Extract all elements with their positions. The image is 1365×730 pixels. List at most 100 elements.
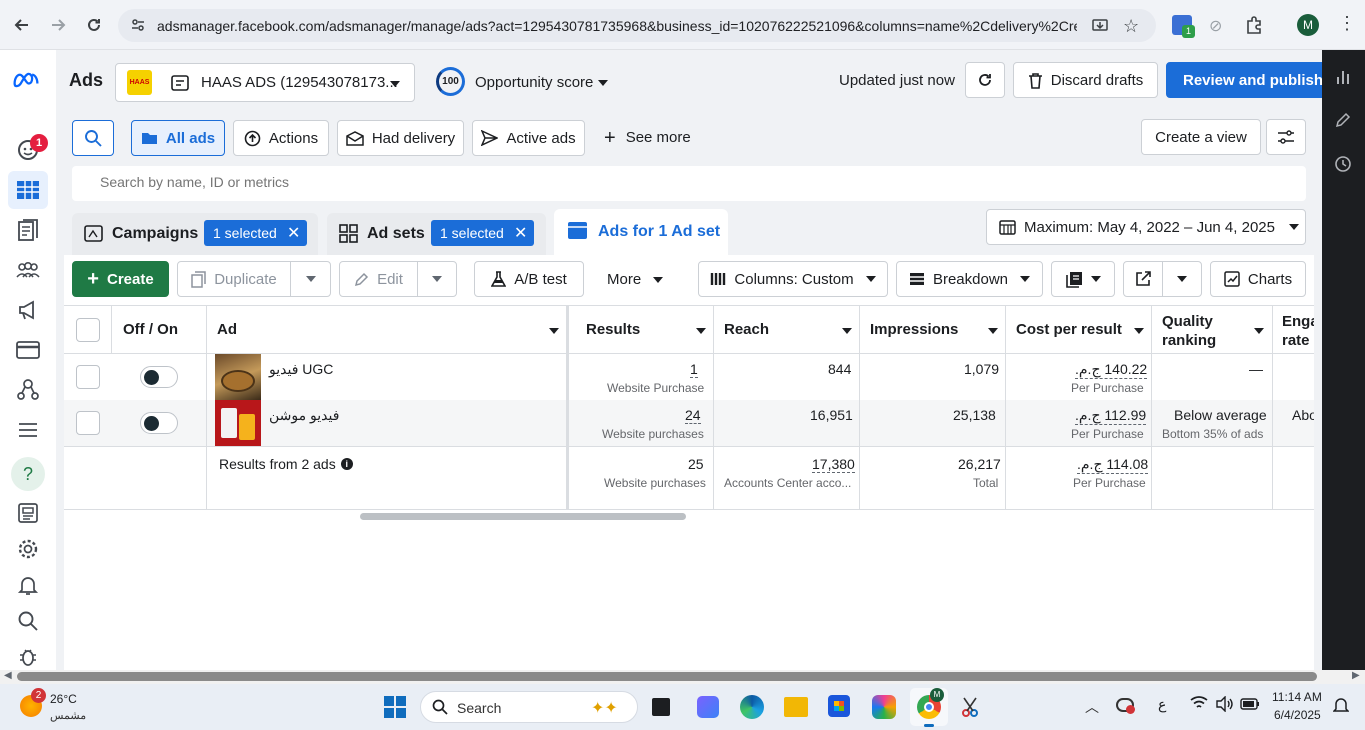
profile-avatar[interactable]: M: [1297, 14, 1319, 36]
ad-thumbnail[interactable]: [215, 400, 261, 446]
row-checkbox[interactable]: [76, 411, 100, 435]
megaphone-icon[interactable]: [14, 296, 42, 324]
col-header-engagement-line2[interactable]: rate r: [1282, 332, 1314, 380]
table-horizontal-scrollbar[interactable]: [360, 513, 686, 520]
weather-temperature[interactable]: 26°C: [50, 692, 77, 706]
cpr-sort-chevron-icon[interactable]: [1134, 328, 1144, 334]
discard-drafts-button[interactable]: Discard drafts: [1013, 62, 1158, 98]
meet-app-icon[interactable]: [697, 696, 719, 718]
select-all-checkbox[interactable]: [76, 318, 100, 342]
info-icon[interactable]: i: [340, 458, 353, 470]
site-settings-icon[interactable]: [130, 17, 146, 36]
news-feed-icon[interactable]: [14, 499, 42, 527]
create-view-button[interactable]: Create a view: [1141, 119, 1261, 155]
reload-icon[interactable]: [81, 12, 107, 38]
search-input[interactable]: [100, 174, 1000, 190]
col-header-impressions[interactable]: Impressions: [870, 321, 958, 369]
extension-icon[interactable]: 1: [1172, 15, 1195, 38]
link-extension-icon[interactable]: ⊘: [1209, 16, 1222, 36]
page-horizontal-scrollbar[interactable]: [17, 672, 1317, 681]
bookmark-star-icon[interactable]: ☆: [1123, 16, 1139, 37]
adsets-selected-chip[interactable]: 1 selected ✕: [431, 220, 534, 246]
impressions-sort-chevron-icon[interactable]: [988, 328, 998, 334]
windows-start-icon[interactable]: [384, 696, 406, 721]
ad-name[interactable]: فيديو موشن: [269, 407, 339, 424]
cost-per-result-value[interactable]: 112.99 ج.م.: [1075, 407, 1147, 425]
results-value[interactable]: 1: [690, 361, 698, 378]
opportunity-chevron-icon[interactable]: [598, 80, 608, 86]
billing-card-icon[interactable]: [14, 336, 42, 364]
campaigns-selected-chip[interactable]: 1 selected ✕: [204, 220, 307, 246]
ad-toggle-switch[interactable]: [140, 412, 178, 434]
wifi-icon[interactable]: [1190, 695, 1208, 715]
summary-cost-per-result[interactable]: 114.08 ج.م.: [1077, 456, 1149, 474]
create-button[interactable]: + Create: [72, 261, 169, 297]
settings-gear-icon[interactable]: [14, 535, 42, 563]
col-header-reach[interactable]: Reach: [724, 321, 769, 369]
notification-center-icon[interactable]: [1332, 697, 1350, 718]
date-range-picker[interactable]: Maximum: May 4, 2022 – Jun 4, 2025: [986, 209, 1306, 245]
columns-button[interactable]: Columns: Custom: [698, 261, 888, 297]
ad-name[interactable]: UGC فيديو: [269, 361, 333, 378]
table-grid-icon[interactable]: [14, 176, 42, 204]
see-more-filters[interactable]: + See more: [604, 128, 691, 148]
search-toggle-button[interactable]: [72, 120, 114, 156]
battery-icon[interactable]: [1240, 697, 1260, 714]
onedrive-cloud-icon[interactable]: [1116, 698, 1135, 714]
pages-icon[interactable]: [14, 216, 42, 244]
review-publish-button[interactable]: Review and publish (2: [1166, 62, 1326, 98]
bell-icon[interactable]: [14, 571, 42, 599]
row-checkbox[interactable]: [76, 365, 100, 389]
extensions-puzzle-icon[interactable]: [1244, 15, 1264, 38]
all-ads-chip[interactable]: All ads: [131, 120, 225, 156]
view-settings-button[interactable]: [1266, 119, 1306, 155]
history-clock-icon[interactable]: [1334, 155, 1352, 176]
tab-ad-sets[interactable]: Ad sets 1 selected ✕: [327, 213, 546, 255]
store-icon[interactable]: [828, 695, 850, 717]
task-view-icon[interactable]: [652, 698, 670, 716]
search-bar[interactable]: [72, 166, 1306, 201]
opportunity-score-label[interactable]: Opportunity score: [475, 74, 593, 91]
volume-icon[interactable]: [1216, 695, 1234, 715]
ad-sort-chevron-icon[interactable]: [549, 328, 559, 334]
col-header-quality-line2[interactable]: ranking: [1162, 332, 1216, 380]
copilot-app-icon[interactable]: [872, 695, 896, 719]
tray-overflow-chevron-icon[interactable]: ︿: [1085, 697, 1099, 717]
col-header-results[interactable]: Results: [586, 321, 640, 369]
back-icon[interactable]: [9, 12, 35, 38]
breakdown-button[interactable]: Breakdown: [896, 261, 1043, 297]
search-rail-icon[interactable]: [14, 607, 42, 635]
clock-time[interactable]: 11:14 AM: [1272, 690, 1322, 704]
file-explorer-icon[interactable]: [784, 697, 808, 717]
scroll-left-arrow-icon[interactable]: ◀: [4, 670, 12, 681]
input-language-indicator[interactable]: ع: [1158, 696, 1166, 713]
clear-campaigns-close-icon[interactable]: ✕: [287, 223, 300, 243]
edit-pencil-icon[interactable]: [1335, 112, 1351, 131]
duplicate-dropdown[interactable]: [290, 261, 331, 297]
results-value[interactable]: 24: [685, 407, 701, 424]
ad-thumbnail[interactable]: [215, 354, 261, 400]
reports-button[interactable]: [1051, 261, 1115, 297]
account-selector[interactable]: HAAS HAAS ADS (129543078173...: [115, 63, 415, 102]
duplicate-button[interactable]: Duplicate: [177, 261, 291, 297]
results-sort-chevron-icon[interactable]: [696, 328, 706, 334]
col-header-off-on[interactable]: Off / On: [123, 321, 178, 369]
export-button[interactable]: [1123, 261, 1163, 297]
reach-sort-chevron-icon[interactable]: [842, 328, 852, 334]
summary-reach[interactable]: 17,380: [812, 456, 855, 473]
edit-dropdown[interactable]: [417, 261, 457, 297]
more-button[interactable]: More: [607, 271, 664, 288]
install-icon[interactable]: [1091, 17, 1109, 38]
notifications-face-icon[interactable]: 1: [14, 134, 48, 164]
active-ads-chip[interactable]: Active ads: [472, 120, 585, 156]
cost-per-result-value[interactable]: 140.22 ج.م.: [1075, 361, 1148, 379]
business-network-icon[interactable]: [14, 376, 42, 404]
taskbar-search-box[interactable]: Search ✦✦: [420, 691, 638, 723]
clear-adsets-close-icon[interactable]: ✕: [514, 223, 527, 243]
address-bar[interactable]: adsmanager.facebook.com/adsmanager/manag…: [118, 9, 1156, 42]
opportunity-score-gauge[interactable]: 100: [436, 67, 465, 96]
charts-button[interactable]: Charts: [1210, 261, 1306, 297]
forward-icon[interactable]: [45, 12, 71, 38]
all-tools-menu-icon[interactable]: [14, 416, 42, 444]
ad-toggle-switch[interactable]: [140, 366, 178, 388]
